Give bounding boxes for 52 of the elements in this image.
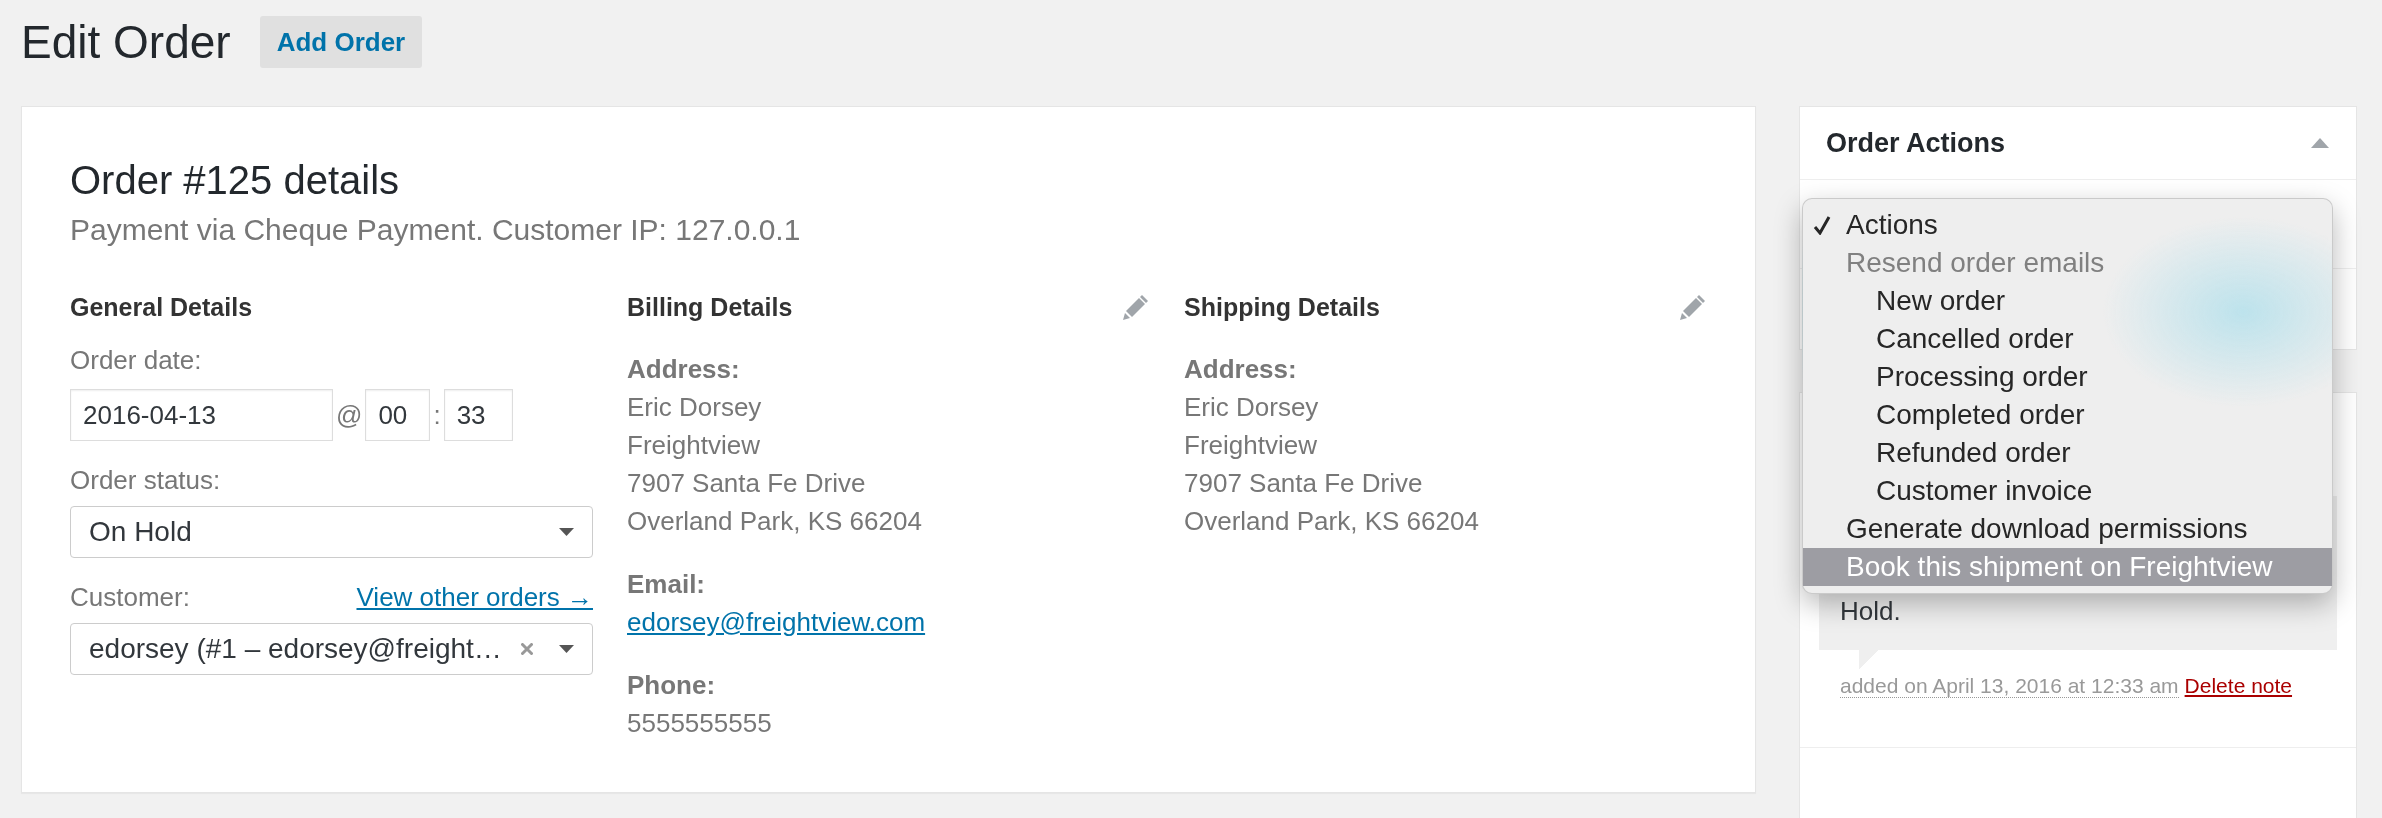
detail-text: Eric Dorsey — [627, 391, 762, 424]
menu-option[interactable]: Cancelled order — [1803, 320, 2332, 358]
menu-option[interactable]: Completed order — [1803, 396, 2332, 434]
email-link[interactable]: edorsey@freightview.com — [627, 603, 926, 641]
note-text: Hold. — [1840, 595, 1901, 628]
collapse-arrow-icon[interactable] — [2311, 138, 2329, 148]
hour-field[interactable]: 00 — [365, 389, 431, 441]
menu-group-label: Resend order emails — [1845, 246, 2106, 280]
status-select[interactable]: On Hold — [70, 506, 593, 558]
field-label: Address: — [627, 353, 740, 386]
menu-option[interactable]: Customer invoice — [1803, 472, 2332, 510]
clear-icon[interactable] — [521, 643, 533, 655]
pencil-icon[interactable] — [1122, 293, 1150, 321]
field-label: Phone: — [627, 669, 716, 702]
detail-text: 7907 Santa Fe Drive — [1184, 467, 1423, 500]
section-heading: General Details — [70, 292, 253, 323]
note-timestamp: added on April 13, 2016 at 12:33 am — [1840, 674, 2179, 698]
section-heading: Billing Details — [627, 292, 793, 323]
detail-text: Eric Dorsey — [1184, 391, 1319, 424]
detail-text: 5555555555 — [627, 707, 772, 740]
check-icon — [1813, 215, 1831, 235]
at-sign: @ — [336, 399, 363, 432]
menu-option[interactable]: Actions — [1803, 206, 2332, 244]
panel-title: Order Actions — [1826, 127, 2006, 160]
menu-option[interactable]: Generate download permissions — [1803, 510, 2332, 548]
payment-info: Payment via Cheque Payment. Customer IP: 127.0.0.1 — [70, 212, 802, 248]
customer-select[interactable]: edorsey (#1 – edorsey@freight… — [70, 623, 593, 675]
add-order-button[interactable]: Add Order — [259, 16, 423, 68]
menu-option[interactable]: Processing order — [1803, 358, 2332, 396]
pencil-icon[interactable] — [1679, 293, 1707, 321]
minute-field[interactable]: 33 — [443, 389, 513, 441]
menu-option[interactable]: Refunded order — [1803, 434, 2332, 472]
view-orders-link[interactable]: View other orders → — [356, 580, 593, 614]
detail-text: 7907 Santa Fe Drive — [627, 467, 866, 500]
field-label: Customer: — [70, 581, 190, 614]
time-separator: : — [433, 399, 441, 432]
field-label: Address: — [1184, 353, 1297, 386]
section-heading: Shipping Details — [1184, 292, 1380, 323]
caret-icon — [559, 528, 574, 536]
detail-text: Overland Park, KS 66204 — [1184, 505, 1479, 538]
detail-text: Freightview — [1184, 429, 1317, 462]
field-label: Order status: — [70, 464, 221, 497]
menu-option[interactable]: New order — [1803, 282, 2332, 320]
field-label: Order date: — [70, 344, 202, 377]
order-heading: Order #125 details — [70, 157, 401, 203]
page-title: Edit Order — [21, 16, 231, 68]
caret-icon — [559, 645, 574, 653]
field-label: Email: — [627, 568, 706, 601]
delete-note-link[interactable]: Delete note — [2184, 674, 2293, 697]
detail-text: Freightview — [627, 429, 760, 462]
detail-text: Overland Park, KS 66204 — [627, 505, 922, 538]
date-field[interactable]: 2016-04-13 — [70, 389, 333, 441]
